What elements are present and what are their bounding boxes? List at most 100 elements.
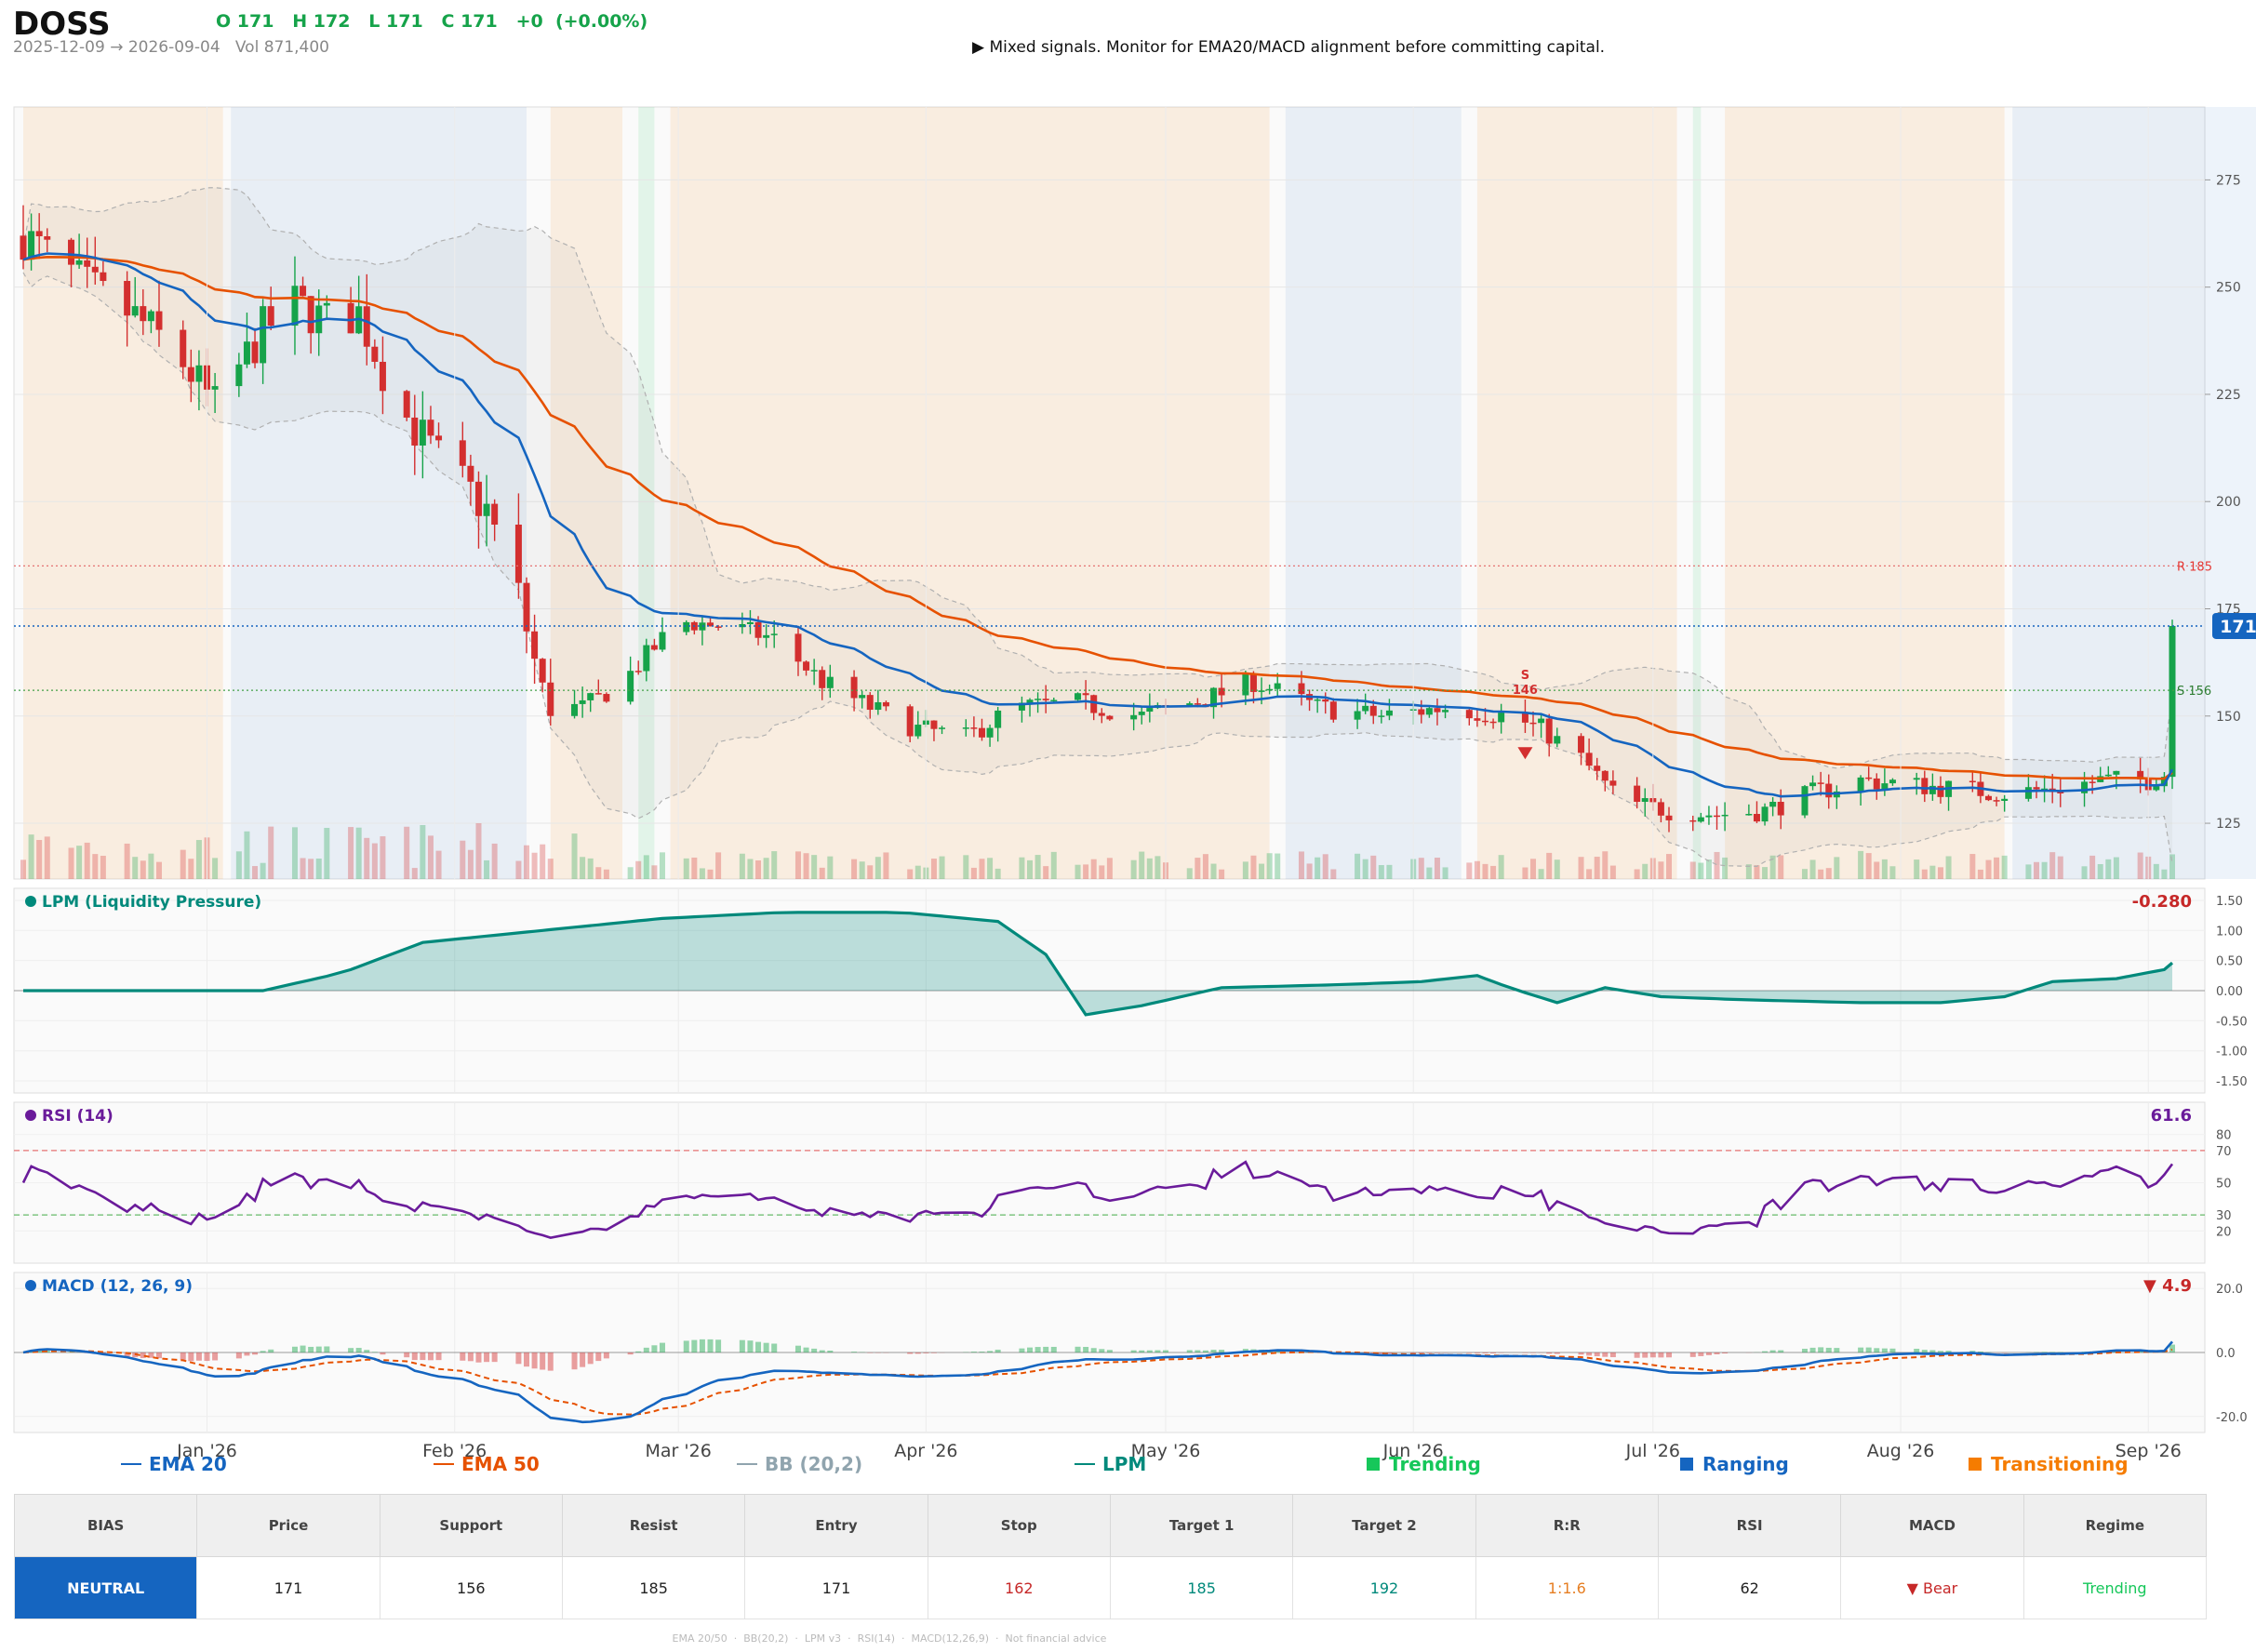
- macd-histogram-bar: [627, 1352, 634, 1355]
- macd-histogram-bar: [1554, 1352, 1560, 1354]
- macd-histogram-bar: [683, 1340, 689, 1352]
- volume-bar: [1858, 850, 1864, 879]
- volume-bar: [1929, 865, 1936, 879]
- volume-bar: [1658, 861, 1664, 879]
- volume-bar: [643, 855, 649, 879]
- candle-body: [2033, 787, 2040, 790]
- candle-body: [1498, 713, 1505, 723]
- volume-bar: [811, 855, 818, 879]
- candle-body: [539, 659, 546, 683]
- candle-body: [371, 346, 379, 362]
- volume-bar: [794, 851, 801, 879]
- volume-bar: [148, 853, 154, 879]
- macd-histogram-bar: [235, 1352, 242, 1359]
- value-entry: 171: [744, 1556, 928, 1619]
- legend-trending-label: Trending: [1389, 1453, 1481, 1475]
- macd-histogram-bar: [1634, 1352, 1640, 1358]
- legend-ranging: Ranging: [1680, 1452, 1789, 1476]
- volume-bar: [1881, 859, 1888, 879]
- volume-bar: [1130, 859, 1137, 879]
- candle-body: [459, 440, 466, 466]
- macd-histogram-bar: [1914, 1348, 1920, 1352]
- candle-body: [1753, 814, 1760, 822]
- volume-bar: [2034, 861, 2040, 879]
- candle-body: [1857, 777, 1864, 792]
- macd-dot-icon: [25, 1280, 36, 1291]
- volume-bar: [547, 859, 554, 879]
- macd-histogram-bar: [1586, 1352, 1593, 1356]
- candle-body: [100, 272, 107, 282]
- volume-bar: [235, 851, 242, 879]
- macd-histogram-bar: [651, 1345, 658, 1352]
- macd-histogram-bar: [404, 1352, 410, 1358]
- price-tick-label: 250: [2216, 281, 2241, 296]
- candle-body: [147, 311, 154, 322]
- candle-body: [1098, 713, 1105, 716]
- macd-histogram-bar: [1466, 1352, 1473, 1353]
- value-target1: 185: [1109, 1556, 1294, 1619]
- volume-bar: [212, 858, 219, 879]
- rsi-tick-label: 20: [2216, 1225, 2232, 1239]
- candle-body: [1474, 718, 1481, 721]
- date-tick-label: Apr '26: [894, 1441, 957, 1461]
- macd-histogram-bar: [1146, 1350, 1153, 1352]
- volume-bar: [155, 861, 162, 879]
- candle-body: [1075, 693, 1082, 700]
- candle-body: [650, 645, 658, 650]
- candle-body: [1378, 715, 1385, 717]
- header-target1: Target 1: [1109, 1494, 1294, 1557]
- macd-histogram-bar: [1099, 1349, 1105, 1352]
- volume-bar: [763, 858, 769, 879]
- candle-body: [683, 621, 690, 633]
- candle-body: [1745, 814, 1753, 816]
- candle-body: [1481, 720, 1488, 723]
- candle-body: [243, 341, 250, 365]
- volume-bar: [651, 865, 658, 879]
- volume-bar: [1099, 865, 1105, 879]
- volume-bar: [1210, 863, 1217, 879]
- volume-bar: [2161, 869, 2168, 879]
- candle-body: [882, 701, 889, 707]
- volume-bar: [1530, 859, 1537, 879]
- candle-body: [1354, 711, 1361, 720]
- volume-bar: [1921, 869, 1928, 879]
- volume-bar: [874, 857, 881, 879]
- macd-histogram-bar: [1139, 1350, 1145, 1352]
- macd-histogram-bar: [1418, 1352, 1424, 1354]
- volume-bar: [180, 849, 186, 879]
- macd-histogram-bar: [252, 1352, 259, 1355]
- macd-histogram-bar: [1929, 1350, 1936, 1352]
- candle-body: [1146, 708, 1154, 713]
- macd-histogram-bar: [930, 1352, 937, 1353]
- lpm-tick-label: -1.50: [2216, 1075, 2248, 1089]
- macd-value: ▼ 4.9: [2143, 1276, 2192, 1296]
- macd-histogram-bar: [819, 1350, 825, 1352]
- volume-bar: [1865, 853, 1872, 879]
- candle-body: [699, 622, 706, 631]
- volume-bar: [1602, 851, 1609, 879]
- macd-histogram-bar: [580, 1352, 586, 1367]
- volume-bar: [963, 855, 969, 879]
- last-price-badge-label: 171: [2220, 617, 2256, 637]
- macd-histogram-bar: [659, 1342, 665, 1352]
- signal-price: 146: [1513, 684, 1538, 698]
- volume-bar: [100, 855, 106, 879]
- rsi-tick-label: 30: [2216, 1209, 2232, 1223]
- volume-bar: [1202, 854, 1208, 879]
- volume-bar: [970, 867, 977, 879]
- macd-histogram-bar: [1602, 1352, 1609, 1357]
- macd-histogram-bar: [540, 1352, 546, 1370]
- volume-bar: [707, 869, 714, 879]
- volume-bar: [2041, 861, 2048, 879]
- volume-bar: [1050, 851, 1057, 879]
- summary-table: BIAS Price Support Resist Entry Stop Tar…: [13, 1494, 2208, 1619]
- volume-bar: [1370, 855, 1377, 879]
- candle-body: [155, 311, 163, 330]
- volume-bar: [1090, 859, 1097, 879]
- candle-body: [483, 503, 490, 516]
- macd-histogram-bar: [460, 1352, 466, 1361]
- macd-histogram-bar: [315, 1346, 322, 1352]
- macd-histogram-bar: [268, 1349, 274, 1352]
- macd-histogram-bar: [763, 1342, 769, 1352]
- volume-bar: [2105, 859, 2112, 879]
